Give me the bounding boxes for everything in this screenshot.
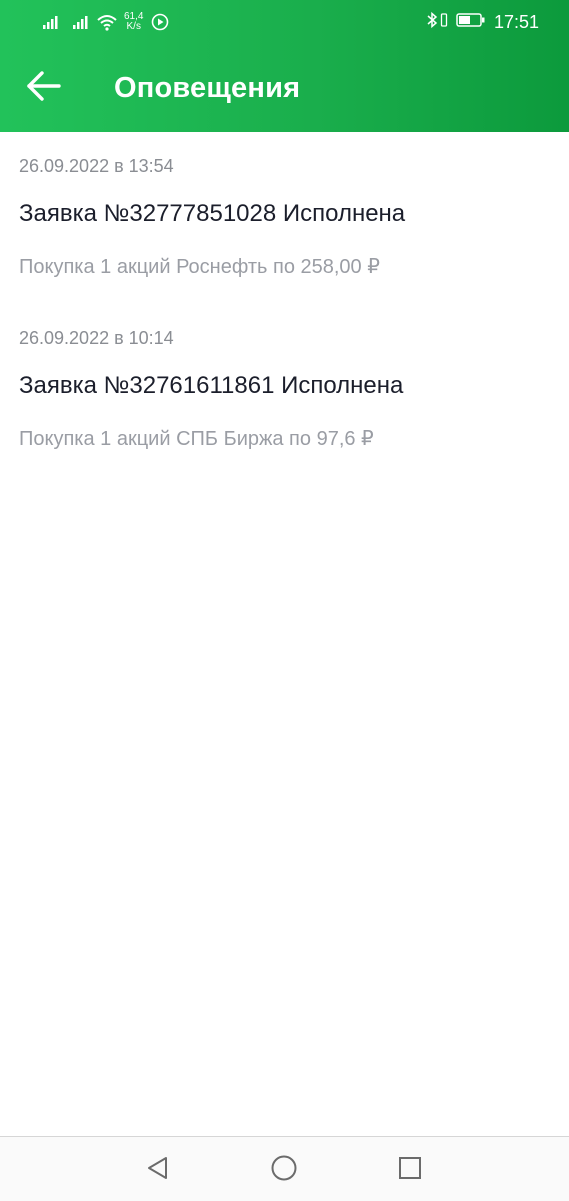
square-recents-icon bbox=[397, 1155, 423, 1186]
back-button[interactable] bbox=[18, 66, 70, 110]
notification-item[interactable]: 26.09.2022 в 13:54 Заявка №32777851028 И… bbox=[0, 132, 569, 304]
notification-title: Заявка №32777851028 Исполнена bbox=[19, 200, 406, 227]
nav-home-button[interactable] bbox=[268, 1154, 300, 1186]
nav-back-button[interactable] bbox=[142, 1154, 174, 1186]
wifi-icon bbox=[96, 13, 118, 31]
network-speed-unit: K/s bbox=[126, 21, 141, 32]
play-icon bbox=[151, 13, 169, 31]
vibrate-icon bbox=[440, 11, 448, 34]
circle-home-icon bbox=[270, 1154, 298, 1187]
notification-description: Покупка 1 акций СПБ Биржа по 97,6 ₽ bbox=[19, 428, 374, 450]
battery-icon bbox=[456, 12, 486, 33]
notification-description: Покупка 1 акций Роснефть по 258,00 ₽ bbox=[19, 256, 380, 278]
status-bar-right: 17:51 bbox=[426, 10, 539, 34]
notification-item[interactable]: 26.09.2022 в 10:14 Заявка №32761611861 И… bbox=[0, 304, 569, 476]
app-header: 61,4 K/s 17:51 Оповещения bbox=[0, 0, 569, 132]
notification-date: 26.09.2022 в 10:14 bbox=[19, 328, 174, 348]
signal-icon bbox=[72, 14, 92, 30]
triangle-back-icon bbox=[145, 1155, 171, 1186]
status-bar-left: 61,4 K/s bbox=[42, 10, 169, 34]
signal-icon bbox=[42, 14, 62, 30]
network-speed: 61,4 K/s bbox=[124, 12, 143, 32]
notifications-list: 26.09.2022 в 13:54 Заявка №32777851028 И… bbox=[0, 132, 569, 476]
arrow-left-icon bbox=[26, 70, 62, 106]
status-bar: 61,4 K/s 17:51 bbox=[0, 0, 569, 44]
notification-title: Заявка №32761611861 Исполнена bbox=[19, 372, 404, 399]
system-navigation-bar bbox=[0, 1136, 569, 1201]
page-title: Оповещения bbox=[114, 72, 301, 104]
status-time: 17:51 bbox=[493, 11, 539, 32]
nav-recents-button[interactable] bbox=[394, 1154, 426, 1186]
notification-date: 26.09.2022 в 13:54 bbox=[19, 156, 174, 176]
app-bar: Оповещения bbox=[0, 44, 569, 132]
bluetooth-icon bbox=[426, 11, 438, 34]
